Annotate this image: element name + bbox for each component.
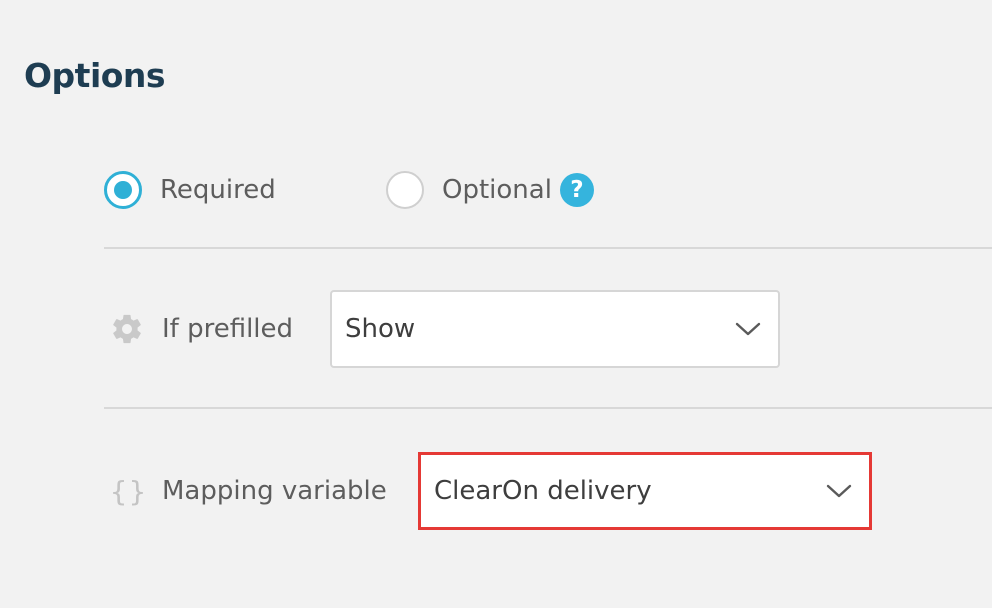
chevron-down-icon [826, 484, 852, 498]
mapping-select-value: ClearOn delivery [434, 476, 652, 506]
section-title: Options [24, 56, 166, 95]
requirement-radio-group: Required Optional ? [104, 166, 992, 214]
prefilled-row: If prefilled Show [104, 290, 992, 368]
prefilled-select[interactable]: Show [330, 290, 780, 368]
braces-icon: {} [110, 474, 148, 508]
gear-icon [108, 310, 146, 348]
radio-optional[interactable]: Optional ? [386, 171, 594, 209]
mapping-row: {} Mapping variable ClearOn delivery [104, 452, 992, 530]
radio-optional-label: Optional [442, 175, 552, 205]
divider [104, 407, 992, 409]
chevron-down-icon [735, 322, 761, 336]
mapping-label: Mapping variable [162, 476, 387, 506]
options-panel: Options Required Optional ? If prefilled… [0, 0, 992, 608]
radio-required-label: Required [160, 175, 276, 205]
radio-required-indicator[interactable] [104, 171, 142, 209]
radio-required[interactable]: Required [104, 171, 386, 209]
divider [104, 247, 992, 249]
help-icon[interactable]: ? [559, 173, 594, 207]
mapping-select[interactable]: ClearOn delivery [418, 452, 872, 530]
prefilled-select-value: Show [345, 314, 416, 344]
radio-optional-indicator[interactable] [386, 171, 424, 209]
prefilled-label: If prefilled [162, 314, 294, 344]
